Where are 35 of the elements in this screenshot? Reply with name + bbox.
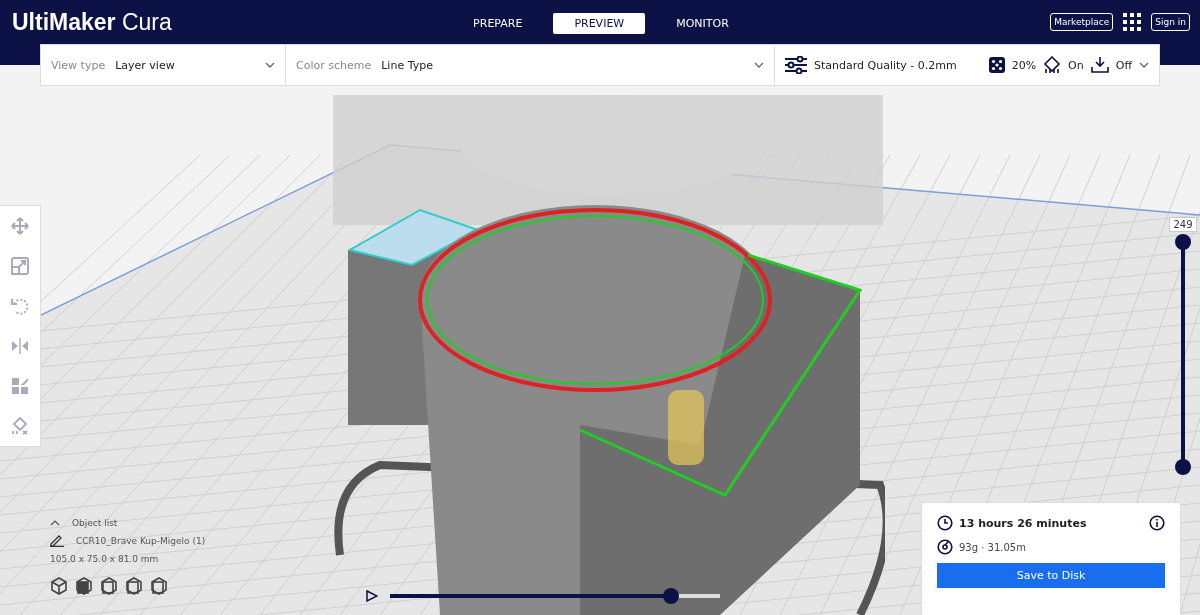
chevron-down-icon (754, 62, 764, 68)
material-usage: 93g · 31.05m (959, 541, 1026, 553)
layer-number: 249 (1169, 217, 1197, 232)
stage-tab[interactable]: PREPARE (452, 13, 544, 34)
stage-tab[interactable]: PREVIEW (553, 13, 646, 34)
clock-icon (937, 515, 953, 531)
object-list-toggle[interactable]: Object list (72, 518, 118, 528)
color-scheme-dropdown[interactable]: Color scheme Line Type (286, 45, 775, 85)
pencil-icon[interactable] (50, 535, 64, 547)
chevron-up-icon[interactable] (50, 520, 60, 526)
camera-view-icon[interactable] (150, 577, 168, 595)
infill-icon (988, 57, 1005, 73)
spool-icon (937, 539, 953, 555)
camera-view-icon[interactable] (50, 577, 68, 595)
camera-view-icon[interactable] (125, 577, 143, 595)
stage-tab[interactable]: MONITOR (655, 13, 750, 34)
sign-in-button[interactable]: Sign in (1151, 13, 1190, 31)
adhesion-icon (1090, 56, 1109, 74)
play-icon[interactable] (366, 590, 378, 602)
object-dimensions: 105.0 x 75.0 x 81.0 mm (50, 554, 160, 564)
camera-view-icon[interactable] (100, 577, 118, 595)
save-to-disk-button[interactable]: Save to Disk (937, 563, 1165, 588)
app-logo: UltiMaker Cura (12, 9, 173, 36)
view-type-dropdown[interactable]: View type Layer view (41, 45, 286, 85)
print-time: 13 hours 26 minutes (959, 516, 1087, 530)
object-name: CCR10_Brave Kup-Migelo (1) (76, 536, 206, 546)
support-icon (1043, 56, 1062, 74)
chevron-down-icon (265, 62, 275, 68)
info-icon[interactable] (1149, 515, 1165, 531)
camera-view-icon[interactable] (75, 577, 93, 595)
apps-grid-icon[interactable] (1123, 13, 1142, 31)
print-settings-dropdown[interactable]: Standard Quality - 0.2mm 20% On Off (775, 45, 1159, 85)
chevron-down-icon (1139, 62, 1149, 68)
marketplace-button[interactable]: Marketplace (1050, 13, 1114, 31)
sliders-icon (785, 56, 807, 74)
